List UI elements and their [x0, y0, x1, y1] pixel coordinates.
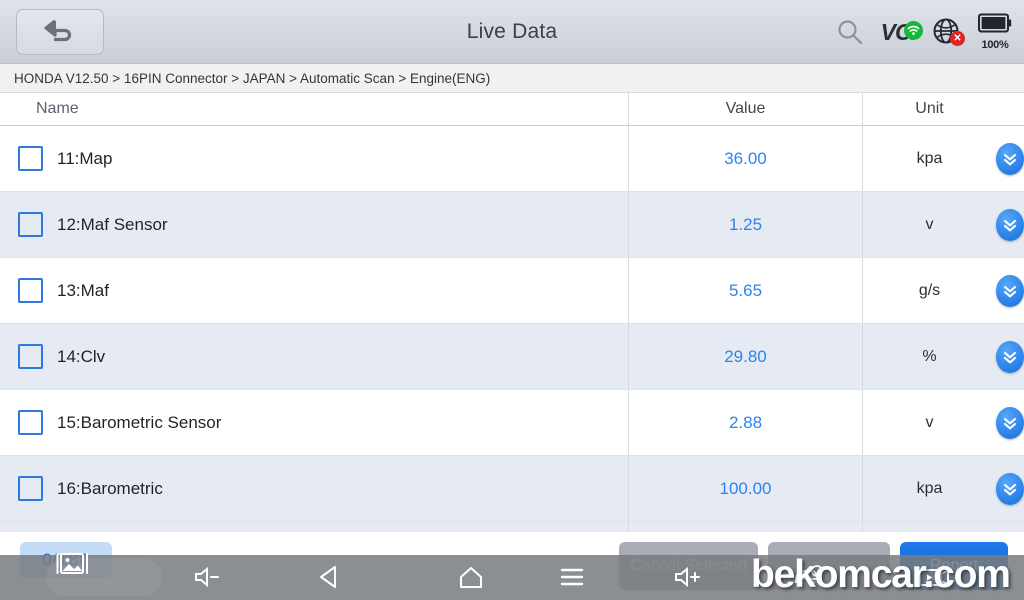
chevron-double-down-icon[interactable] [996, 406, 1024, 439]
video-icon[interactable] [916, 564, 954, 590]
volume-up-icon[interactable] [672, 564, 706, 590]
row-name-label: 12:Maf Sensor [57, 214, 168, 234]
header-status-icons: VCI ✕ 100% [835, 0, 1012, 64]
error-x-icon: ✕ [950, 31, 965, 46]
table-row[interactable]: 15:Barometric Sensor 2.88 v [0, 390, 1024, 456]
row-name-cell: 15:Barometric Sensor [0, 390, 628, 455]
battery-level: 100% [981, 39, 1009, 51]
car-icon[interactable] [790, 563, 830, 593]
row-name-label: 13:Maf [57, 280, 109, 300]
row-value: 2.88 [628, 390, 862, 455]
row-checkbox[interactable] [18, 344, 43, 369]
column-header-value: Value [628, 92, 862, 126]
chevron-double-down-icon[interactable] [996, 208, 1024, 241]
image-capture-icon[interactable] [56, 549, 90, 584]
home-icon[interactable] [455, 564, 487, 590]
row-name-label: 16:Barometric [57, 478, 163, 498]
row-action-cell [996, 126, 1024, 191]
volume-down-icon[interactable] [192, 564, 226, 590]
triangle-back-icon[interactable] [315, 564, 345, 590]
column-header-name: Name [36, 100, 79, 117]
globe-icon[interactable]: ✕ [932, 17, 965, 47]
row-checkbox[interactable] [18, 278, 43, 303]
chevron-double-down-icon[interactable] [996, 472, 1024, 505]
row-unit: % [862, 324, 996, 389]
row-checkbox[interactable] [18, 476, 43, 501]
row-value: 36.00 [628, 126, 862, 191]
row-name-cell: 14:Clv [0, 324, 628, 389]
row-checkbox[interactable] [18, 146, 43, 171]
row-unit: g/s [862, 258, 996, 323]
row-action-cell [996, 456, 1024, 521]
row-name-cell: 16:Barometric [0, 456, 628, 521]
battery-indicator: 100% [978, 13, 1012, 51]
row-unit: v [862, 192, 996, 257]
chevron-double-down-icon[interactable] [996, 274, 1024, 307]
row-value: 1.25 [628, 192, 862, 257]
android-navigation-bar [0, 555, 1024, 600]
hamburger-menu-icon[interactable] [556, 564, 588, 590]
battery-icon [978, 13, 1012, 38]
row-name-label: 14:Clv [57, 346, 106, 366]
row-name-label: 15:Barometric Sensor [57, 412, 222, 432]
row-unit: kpa [862, 126, 996, 191]
table-row[interactable]: 13:Maf 5.65 g/s [0, 258, 1024, 324]
table-row[interactable]: 11:Map 36.00 kpa [0, 126, 1024, 192]
live-data-screen: Live Data VCI ✕ 100% HONDA V12.50 > 16PI… [0, 0, 1024, 600]
row-action-cell [996, 192, 1024, 257]
table-header-row: Name Value Unit [0, 92, 1024, 126]
chevron-double-down-icon[interactable] [996, 340, 1024, 373]
vci-indicator[interactable]: VCI [881, 19, 923, 46]
row-checkbox[interactable] [18, 410, 43, 435]
chevron-double-down-icon[interactable] [996, 142, 1024, 175]
row-name-cell: 12:Maf Sensor [0, 192, 628, 257]
breadcrumb[interactable]: HONDA V12.50 > 16PIN Connector > JAPAN >… [0, 64, 1024, 93]
table-row[interactable]: 12:Maf Sensor 1.25 v [0, 192, 1024, 258]
row-name-cell: 13:Maf [0, 258, 628, 323]
app-header: Live Data VCI ✕ 100% [0, 0, 1024, 64]
row-checkbox[interactable] [18, 212, 43, 237]
row-action-cell [996, 390, 1024, 455]
table-row[interactable]: 14:Clv 29.80 % [0, 324, 1024, 390]
row-value: 29.80 [628, 324, 862, 389]
row-name-label: 11:Map [57, 148, 113, 168]
row-value: 5.65 [628, 258, 862, 323]
row-unit: kpa [862, 456, 996, 521]
row-action-cell [996, 324, 1024, 389]
row-action-cell [996, 258, 1024, 323]
row-value: 100.00 [628, 456, 862, 521]
row-unit: v [862, 390, 996, 455]
search-icon[interactable] [835, 17, 865, 47]
wifi-icon [904, 20, 923, 40]
row-name-cell: 11:Map [0, 126, 628, 191]
column-header-unit: Unit [862, 92, 996, 126]
table-row[interactable]: 16:Barometric 100.00 kpa [0, 456, 1024, 522]
live-data-table: Name Value Unit 11:Map 36.00 kpa 12:Maf … [0, 92, 1024, 536]
